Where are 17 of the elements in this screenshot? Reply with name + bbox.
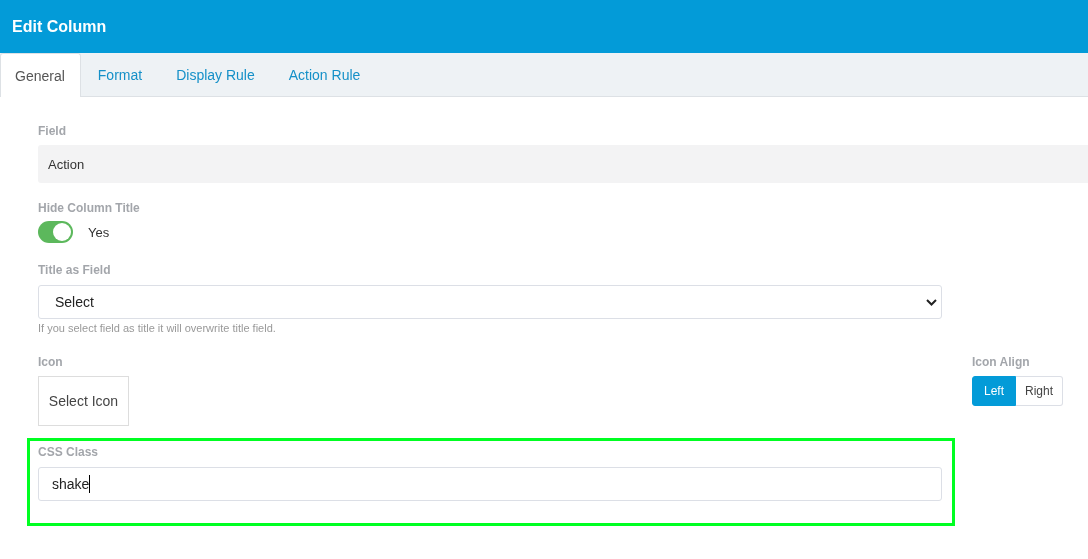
field-value: Action	[38, 145, 1088, 183]
input-field[interactable]: shake	[38, 467, 942, 501]
select-icon-button[interactable]: Select Icon	[38, 376, 129, 426]
window-title: Edit Column	[12, 17, 107, 36]
field-label: Title as Field	[38, 263, 112, 277]
field-label: CSS Class	[38, 445, 100, 459]
field-label: Field	[38, 124, 67, 138]
field-label: Hide Column Title	[38, 201, 141, 215]
toggle-switch[interactable]	[38, 221, 73, 243]
align-option[interactable]: Right	[1016, 376, 1064, 406]
toggle-label: Yes	[88, 224, 110, 240]
help-text: If you select field as title it will overwrite title field.	[38, 322, 277, 334]
tab[interactable]: General	[0, 53, 81, 97]
field-label: Icon	[38, 355, 64, 369]
select-dropdown[interactable]: Select	[38, 285, 942, 319]
field-label: Icon Align	[972, 355, 1031, 369]
chevron-down-icon	[926, 298, 937, 306]
